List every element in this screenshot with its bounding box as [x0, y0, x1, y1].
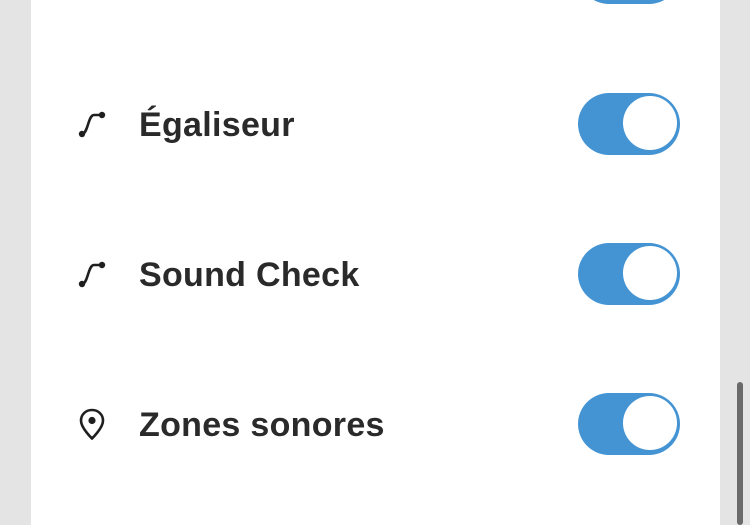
- setting-row-sound-check: Sound Check: [31, 243, 720, 307]
- setting-row-zones-sonores: Zones sonores: [31, 393, 720, 457]
- toggle-knob: [623, 96, 677, 150]
- sound-check-toggle[interactable]: [578, 243, 680, 305]
- zones-sonores-toggle[interactable]: [578, 393, 680, 455]
- setting-label: Égaliseur: [139, 106, 295, 144]
- equalizer-curve-icon: [75, 107, 109, 141]
- setting-label: Zones sonores: [139, 406, 385, 444]
- previous-setting-toggle[interactable]: [578, 0, 680, 4]
- location-pin-icon: [75, 407, 109, 441]
- vertical-scrollbar[interactable]: [737, 382, 743, 525]
- toggle-knob: [623, 246, 677, 300]
- egaliseur-toggle[interactable]: [578, 93, 680, 155]
- setting-row-egaliseur: Égaliseur: [31, 93, 720, 157]
- equalizer-curve-icon: [75, 257, 109, 291]
- toggle-knob: [623, 396, 677, 450]
- setting-label: Sound Check: [139, 256, 360, 294]
- settings-panel: Égaliseur Sound Check Zones sonores: [31, 0, 720, 525]
